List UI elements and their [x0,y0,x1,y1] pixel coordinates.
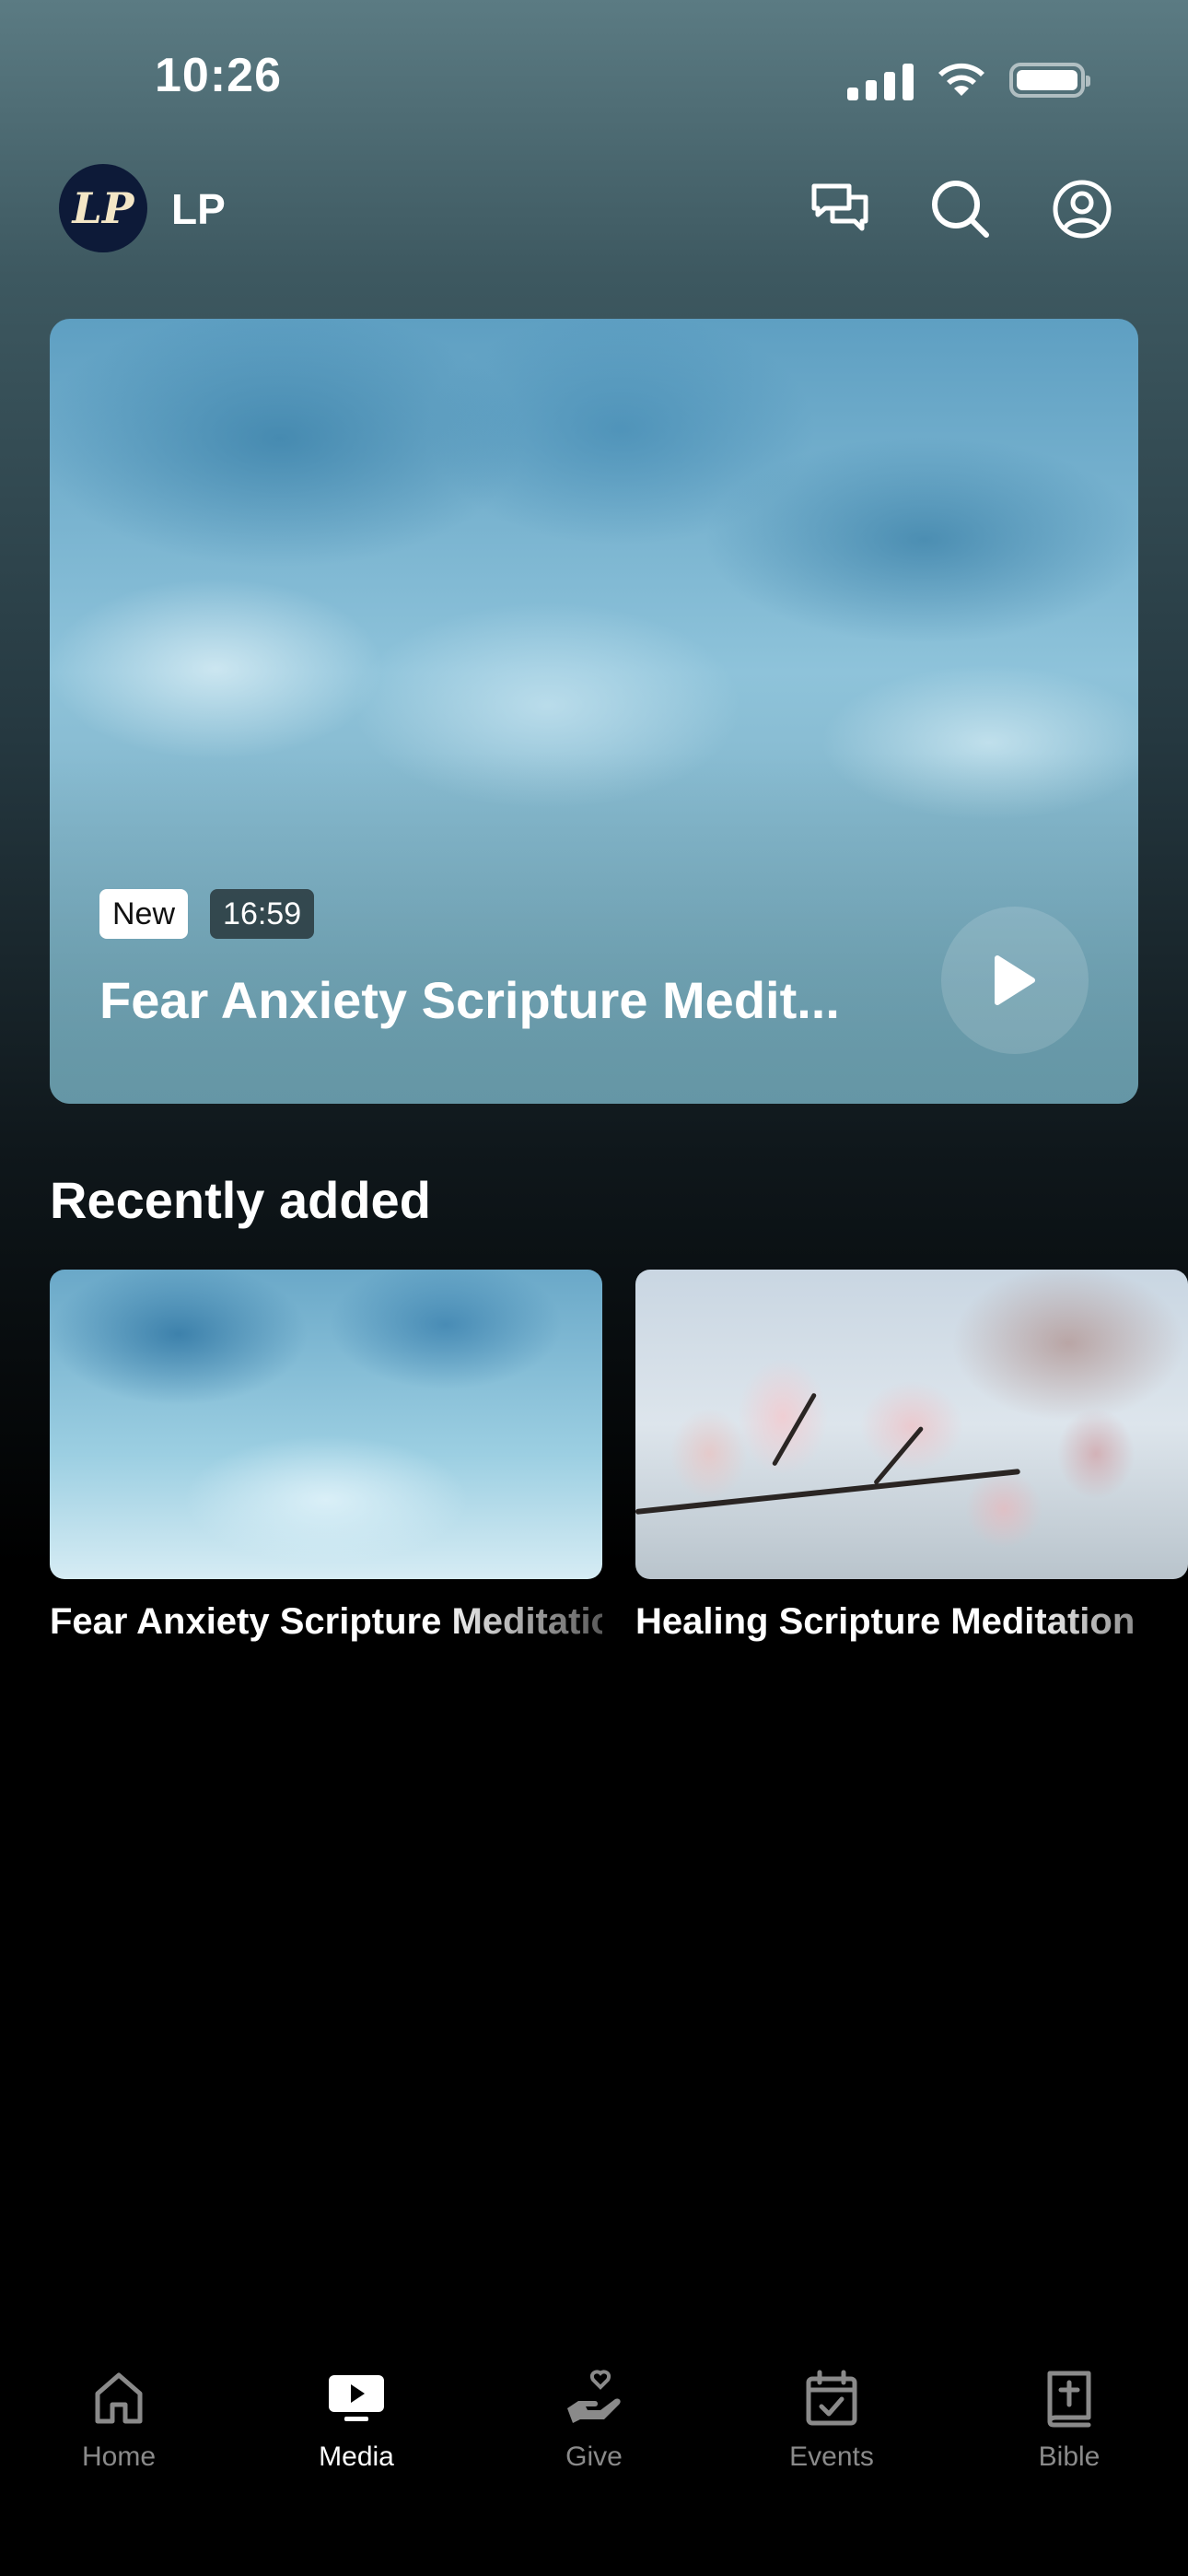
app-header: LP LP [0,162,1188,254]
wifi-icon [938,63,984,96]
tab-media[interactable]: Media [238,2359,475,2576]
profile-icon[interactable] [1050,177,1114,241]
cellular-signal-icon [847,60,914,100]
battery-icon [1009,63,1090,98]
media-card[interactable]: Fear Anxiety Scripture Meditation [50,1270,602,1643]
tab-label: Events [789,2441,874,2472]
play-icon [995,955,1035,1005]
bible-icon [1047,2371,1091,2428]
tab-bar: Home Media Give Events Bible [0,2359,1188,2576]
search-icon[interactable] [928,177,993,241]
give-icon [567,2370,621,2423]
featured-badges: New 16:59 [99,889,840,939]
media-card[interactable]: Healing Scripture Meditation [635,1270,1188,1643]
media-card-title: Fear Anxiety Scripture Meditation [50,1601,602,1642]
home-icon [95,2372,143,2424]
tab-events[interactable]: Events [713,2359,950,2576]
section-title-recently-added: Recently added [50,1171,431,1229]
media-card-title: Healing Scripture Meditation [635,1601,1136,1642]
church-logo[interactable]: LP [59,164,147,252]
media-thumbnail [635,1270,1188,1579]
org-name[interactable]: LP [171,184,226,234]
chat-icon[interactable] [809,177,873,241]
tab-label: Home [81,2441,157,2472]
tab-give[interactable]: Give [475,2359,713,2576]
tab-bible[interactable]: Bible [950,2359,1188,2576]
featured-title: Fear Anxiety Scripture Medit... [99,971,840,1029]
status-icons [847,57,1090,103]
events-icon [806,2370,857,2426]
tab-label: Give [565,2441,623,2472]
media-thumbnail [50,1270,602,1579]
status-time: 10:26 [155,49,282,102]
play-button[interactable] [941,907,1089,1054]
featured-media-card[interactable]: New 16:59 Fear Anxiety Scripture Medit..… [50,319,1138,1104]
new-badge: New [99,889,189,939]
tab-label: Media [319,2441,394,2472]
recently-added-carousel[interactable]: Fear Anxiety Scripture Meditation Healin… [0,1270,1188,1657]
featured-content: New 16:59 Fear Anxiety Scripture Medit..… [99,889,840,1030]
media-icon [329,2375,384,2421]
tab-label: Bible [1038,2441,1101,2472]
tab-home[interactable]: Home [0,2359,238,2576]
duration-badge: 16:59 [210,889,315,939]
